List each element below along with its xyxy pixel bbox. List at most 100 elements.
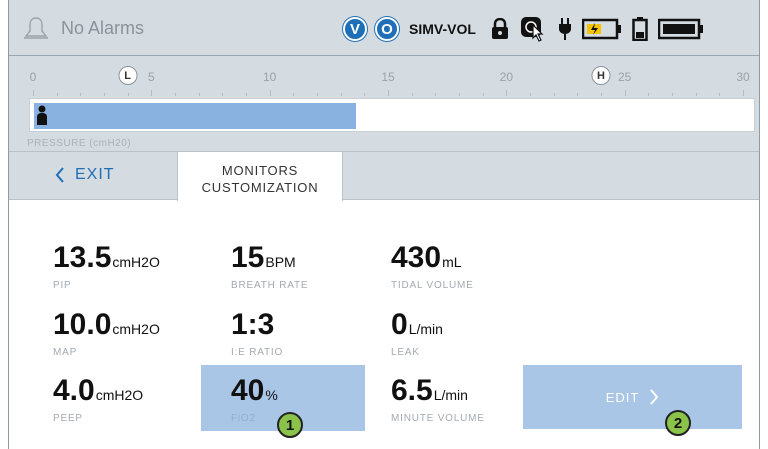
- tab-title-line1: MONITORS: [221, 163, 299, 178]
- scale-tick: [175, 93, 176, 96]
- monitor-label: LEAK: [391, 347, 420, 358]
- lock-icon[interactable]: [490, 18, 510, 40]
- tick-label: 5: [147, 70, 155, 84]
- monitor-ie-ratio[interactable]: 1:3 I:E RATIO: [231, 308, 284, 359]
- monitor-label: PEEP: [53, 413, 83, 424]
- battery-full-icon: [657, 18, 704, 40]
- monitor-unit: cmH2O: [112, 254, 160, 270]
- scale-tick: [104, 93, 105, 96]
- scale-tick: [435, 93, 437, 96]
- mode-badge-o: O: [375, 17, 399, 41]
- monitor-unit: mL: [442, 254, 462, 270]
- scale-tick: [530, 93, 531, 96]
- monitor-label: TIDAL VOLUME: [391, 280, 474, 291]
- monitor-value: 10.0: [53, 308, 112, 341]
- chevron-left-icon: [55, 167, 64, 183]
- scale-tick: [33, 90, 34, 96]
- scale-tick: [624, 90, 626, 96]
- monitor-label: BREATH RATE: [231, 280, 309, 291]
- status-icons: V O SIMV-VOL: [343, 14, 714, 44]
- battery-vertical-icon: [632, 17, 648, 41]
- chevron-right-icon: [650, 389, 659, 405]
- alarm-text: No Alarms: [61, 17, 145, 38]
- scale-tick: [127, 93, 129, 96]
- exit-label: EXIT: [75, 166, 115, 183]
- scale-tick: [506, 90, 508, 96]
- scale-tick: [364, 93, 366, 96]
- vent-mode: SIMV-VOL: [409, 21, 476, 37]
- monitor-fio2[interactable]: 40% FiO2: [231, 374, 278, 425]
- scale-tick: [317, 93, 318, 96]
- monitor-unit: cmH2O: [112, 321, 160, 337]
- pressure-bar: [29, 98, 755, 132]
- pressure-label: PRESSURE (cmH20): [27, 138, 132, 149]
- high-limit-marker[interactable]: H: [591, 66, 611, 85]
- tick-label: 15: [381, 70, 395, 84]
- scale-tick: [411, 93, 413, 96]
- edit-label: EDIT: [605, 389, 640, 405]
- scale-tick: [482, 93, 484, 96]
- monitor-tidal-volume[interactable]: 430mL TIDAL VOLUME: [391, 243, 474, 292]
- scale-tick: [56, 93, 58, 96]
- scale-tick: [577, 93, 579, 96]
- touch-lock-icon[interactable]: [520, 16, 548, 42]
- scale-tick: [151, 90, 153, 96]
- scale-tick: [719, 93, 721, 96]
- monitor-value: 1:3: [231, 308, 275, 341]
- monitor-label: MINUTE VOLUME: [391, 413, 485, 424]
- tab-title-line2: CUSTOMIZATION: [201, 180, 319, 195]
- alarm-status[interactable]: No Alarms: [21, 14, 144, 42]
- exit-button[interactable]: EXIT: [55, 166, 115, 184]
- bell-icon: [24, 17, 48, 39]
- scale-tick: [340, 93, 342, 96]
- tick-label: 10: [262, 70, 277, 84]
- scale-tick: [672, 93, 673, 96]
- monitor-label: I:E RATIO: [231, 347, 284, 358]
- monitor-pip[interactable]: 13.5cmH2O PIP: [53, 241, 160, 292]
- scale-tick: [198, 93, 200, 96]
- tab-monitors-customization[interactable]: MONITORS CUSTOMIZATION: [177, 152, 343, 201]
- monitor-value: 0: [391, 308, 408, 341]
- monitor-value: 13.5: [53, 241, 112, 274]
- monitor-value: 15: [231, 241, 265, 274]
- scale-tick: [459, 93, 460, 96]
- pressure-scale: 0 5 10 15 20 25 30 L H: [29, 62, 750, 96]
- mode-badge-v: V: [343, 17, 367, 41]
- monitor-peep[interactable]: 4.0cmH2O PEEP: [53, 374, 144, 425]
- pressure-current-bar: [34, 103, 357, 129]
- scale-tick: [269, 90, 271, 96]
- monitor-map[interactable]: 10.0cmH2O MAP: [53, 308, 160, 359]
- monitor-minute-volume[interactable]: 6.5L/min MINUTE VOLUME: [391, 374, 485, 425]
- low-limit-marker[interactable]: L: [118, 66, 138, 85]
- monitor-unit: cmH2O: [95, 387, 144, 403]
- monitor-unit: L/min: [408, 321, 443, 337]
- monitor-unit: %: [265, 387, 278, 403]
- monitor-label: PIP: [53, 280, 72, 291]
- scale-tick: [293, 93, 295, 96]
- tab-row: EXIT MONITORS CUSTOMIZATION: [9, 152, 759, 201]
- scale-tick: [388, 90, 389, 96]
- tick-label: 0: [29, 70, 37, 84]
- battery-charging-icon: [581, 18, 622, 40]
- edit-button[interactable]: EDIT: [523, 365, 742, 429]
- monitor-value: 6.5: [391, 374, 433, 407]
- monitor-breath-rate[interactable]: 15BPM BREATH RATE: [231, 241, 309, 292]
- monitor-unit: L/min: [433, 387, 468, 403]
- ventilator-screen: No Alarms V O SIMV-VOL 0 5 10 15 20 25 3…: [8, 0, 760, 449]
- scale-tick: [695, 93, 697, 96]
- monitor-label: FiO2: [231, 413, 256, 424]
- status-bar: No Alarms V O SIMV-VOL: [9, 0, 759, 56]
- plug-icon: [558, 17, 572, 41]
- scale-tick: [80, 93, 82, 96]
- tick-label: 20: [499, 70, 514, 84]
- monitor-value: 4.0: [53, 374, 95, 407]
- monitor-value: 40: [231, 374, 265, 407]
- scale-tick: [222, 93, 224, 96]
- tick-label: 30: [736, 70, 750, 84]
- scale-tick: [246, 93, 247, 96]
- callout-2: 2: [665, 410, 691, 436]
- monitor-leak[interactable]: 0L/min LEAK: [391, 308, 443, 359]
- scale-tick: [601, 93, 602, 96]
- scale-tick: [648, 93, 650, 96]
- callout-1: 1: [277, 412, 303, 438]
